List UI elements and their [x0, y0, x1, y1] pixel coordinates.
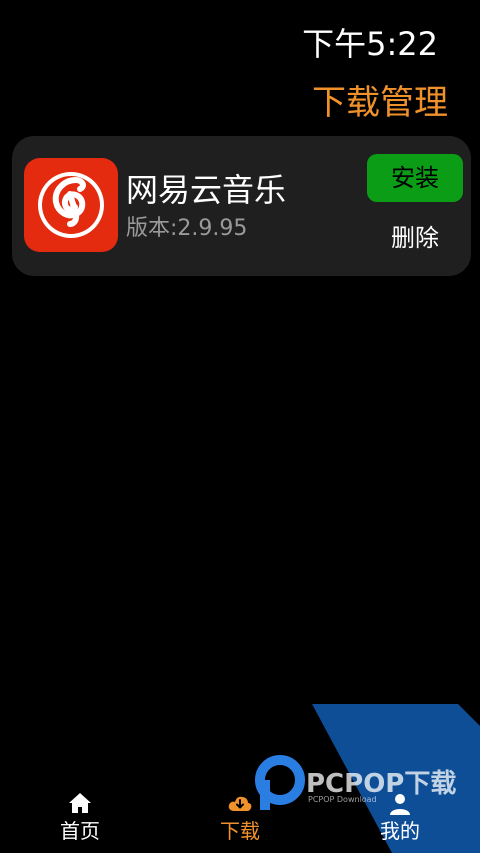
- nav-home[interactable]: 首页: [20, 785, 140, 853]
- download-cloud-icon: [228, 796, 252, 811]
- status-time: 下午5:22: [302, 25, 438, 63]
- netease-music-icon: [24, 158, 118, 252]
- nav-download-label: 下载: [220, 819, 260, 843]
- home-icon: [69, 793, 91, 813]
- app-version: 版本:2.9.95: [126, 216, 248, 241]
- download-item: 网易云音乐 版本:2.9.95 安装 删除: [12, 136, 471, 276]
- nav-download[interactable]: 下载: [180, 785, 300, 853]
- nav-mine[interactable]: 我的: [340, 785, 460, 853]
- nav-mine-label: 我的: [380, 819, 420, 843]
- user-icon: [390, 794, 410, 815]
- page-title: 下载管理: [312, 83, 448, 123]
- nav-home-label: 首页: [60, 819, 100, 843]
- download-manager-screen: 下午5:22 下载管理 网易云音乐 版本:2.9.95 安装 删除 PCPOP下…: [0, 0, 480, 853]
- netease-music-logo: [38, 172, 104, 238]
- install-button[interactable]: 安装: [367, 154, 463, 202]
- bottom-nav: 首页 下载 我的: [0, 785, 480, 853]
- app-name: 网易云音乐: [126, 171, 287, 209]
- delete-button[interactable]: 删除: [374, 218, 456, 258]
